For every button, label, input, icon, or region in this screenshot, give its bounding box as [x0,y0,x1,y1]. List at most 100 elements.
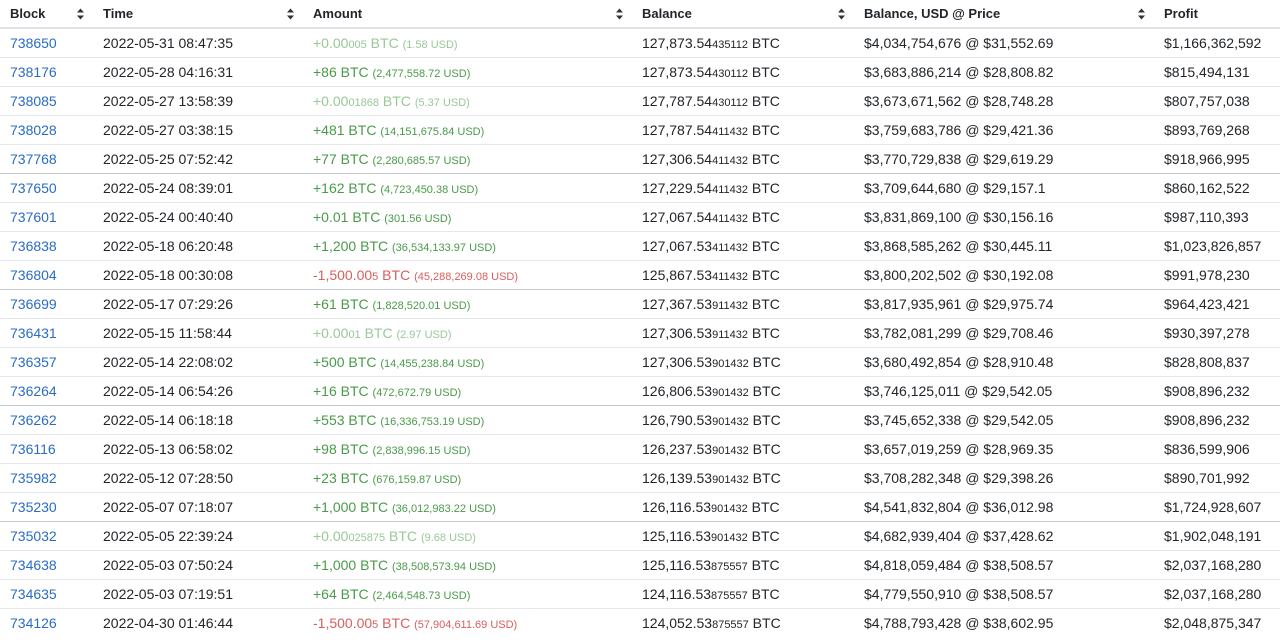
block-link[interactable]: 737650 [10,180,57,196]
profit-cell: $2,037,168,280 [1154,550,1280,580]
block-cell: 734638 [0,550,93,580]
time-cell: 2022-05-14 22:08:02 [93,347,303,377]
balance-usd-cell: $3,709,644,680 @ $29,157.1 [854,173,1154,203]
balance-unit: BTC [747,528,780,544]
table-row: 738650 2022-05-31 08:47:35 +0.00005 BTC … [0,27,1280,58]
balance-cell: 126,790.53901432 BTC [632,405,854,435]
block-link[interactable]: 736264 [10,383,57,399]
block-link[interactable]: 737768 [10,151,57,167]
column-header-amount[interactable]: Amount [303,0,632,29]
sort-icon [838,8,845,19]
balance-value: 127,787.54 [642,93,713,109]
block-cell: 735982 [0,463,93,493]
balance-value: 127,306.54 [642,151,713,167]
balance-value: 127,873.54 [642,35,713,51]
block-link[interactable]: 738176 [10,64,57,80]
time-cell: 2022-04-30 01:46:44 [93,608,303,637]
block-link[interactable]: 736699 [10,296,57,312]
block-cell: 737601 [0,202,93,232]
block-link[interactable]: 736357 [10,354,57,370]
amount-cell: -1,500.005 BTC (57,904,611.69 USD) [303,608,632,637]
amount-small-digits: 01 [348,329,361,341]
amount-value: +0.00 [313,528,349,544]
balance-unit: BTC [747,151,780,167]
column-header-balance[interactable]: Balance [632,0,854,29]
balance-cell: 127,787.54430112 BTC [632,86,854,116]
block-link[interactable]: 735230 [10,499,57,515]
balance-small-digits: 901432 [712,445,749,457]
profit-cell: $860,162,522 [1154,173,1280,203]
table-row: 734126 2022-04-30 01:46:44 -1,500.005 BT… [0,608,1280,637]
amount-unit: BTC [360,325,397,341]
block-link[interactable]: 736262 [10,412,57,428]
amount-cell: +0.00005 BTC (1.58 USD) [303,27,632,58]
profit-cell: $815,494,131 [1154,57,1280,87]
column-header-profit[interactable]: Profit [1154,0,1280,29]
block-link[interactable]: 734635 [10,586,57,602]
balance-unit: BTC [748,441,781,457]
amount-unit: BTC [344,412,381,428]
balance-cell: 126,806.53901432 BTC [632,376,854,406]
amount-unit: BTC [344,180,381,196]
amount-unit: BTC [336,586,373,602]
column-header-balance-usd[interactable]: Balance, USD @ Price [854,0,1154,29]
balance-unit: BTC [747,64,780,80]
block-cell: 736431 [0,318,93,348]
table-row: 738028 2022-05-27 03:38:15 +481 BTC (14,… [0,115,1280,145]
balance-cell: 127,367.53911432 BTC [632,289,854,319]
amount-cell: +98 BTC (2,838,996.15 USD) [303,434,632,464]
profit-cell: $2,037,168,280 [1154,579,1280,609]
block-link[interactable]: 736838 [10,238,57,254]
block-link[interactable]: 735982 [10,470,57,486]
amount-usd: (472,672.79 USD) [372,387,462,399]
block-link[interactable]: 736431 [10,325,57,341]
block-cell: 737768 [0,144,93,174]
profit-cell: $908,896,232 [1154,376,1280,406]
table-row: 736264 2022-05-14 06:54:26 +16 BTC (472,… [0,376,1280,406]
block-link[interactable]: 738085 [10,93,57,109]
block-link[interactable]: 738028 [10,122,57,138]
amount-unit: BTC [356,238,392,254]
table-row: 736431 2022-05-15 11:58:44 +0.0001 BTC (… [0,318,1280,348]
amount-unit: BTC [336,296,373,312]
time-cell: 2022-05-03 07:50:24 [93,550,303,580]
block-link[interactable]: 738650 [10,35,57,51]
profit-cell: $836,599,906 [1154,434,1280,464]
balance-usd-cell: $3,745,652,338 @ $29,542.05 [854,405,1154,435]
table-row: 736838 2022-05-18 06:20:48 +1,200 BTC (3… [0,231,1280,261]
balance-small-digits: 901432 [711,532,748,544]
table-row: 735032 2022-05-05 22:39:24 +0.00025875 B… [0,521,1280,551]
profit-cell: $930,397,278 [1154,318,1280,348]
column-header-block[interactable]: Block [0,0,93,29]
balance-usd-cell: $4,682,939,404 @ $37,428.62 [854,521,1154,551]
amount-value: +500 [313,354,345,370]
amount-cell: +0.01 BTC (301.56 USD) [303,202,632,232]
amount-unit: BTC [356,557,392,573]
block-link[interactable]: 737601 [10,209,57,225]
balance-unit: BTC [747,93,780,109]
block-link[interactable]: 734638 [10,557,57,573]
table-header-row: Block Time Amount Balance Balance, USD @… [0,0,1280,29]
balance-usd-cell: $3,657,019,259 @ $28,969.35 [854,434,1154,464]
block-link[interactable]: 735032 [10,528,57,544]
amount-usd: (9.68 USD) [420,532,476,544]
block-link[interactable]: 736116 [10,441,56,457]
balance-value: 127,787.54 [642,122,713,138]
amount-cell: +553 BTC (16,336,753.19 USD) [303,405,632,435]
balance-unit: BTC [747,35,780,51]
amount-unit: BTC [336,64,373,80]
balance-unit: BTC [747,325,780,341]
table-row: 737768 2022-05-25 07:52:42 +77 BTC (2,28… [0,144,1280,174]
block-link[interactable]: 734126 [10,615,57,631]
table-row: 735230 2022-05-07 07:18:07 +1,000 BTC (3… [0,492,1280,522]
balance-small-digits: 430112 [712,68,748,80]
amount-unit: BTC [379,93,415,109]
amount-value: +1,000 [313,557,357,573]
balance-value: 126,237.53 [642,441,713,457]
block-cell: 736262 [0,405,93,435]
amount-cell: +0.0001 BTC (2.97 USD) [303,318,632,348]
balance-usd-cell: $4,788,793,428 @ $38,602.95 [854,608,1154,637]
block-link[interactable]: 736804 [10,267,57,283]
amount-small-digits: 005 [348,39,367,51]
column-header-time[interactable]: Time [93,0,303,29]
